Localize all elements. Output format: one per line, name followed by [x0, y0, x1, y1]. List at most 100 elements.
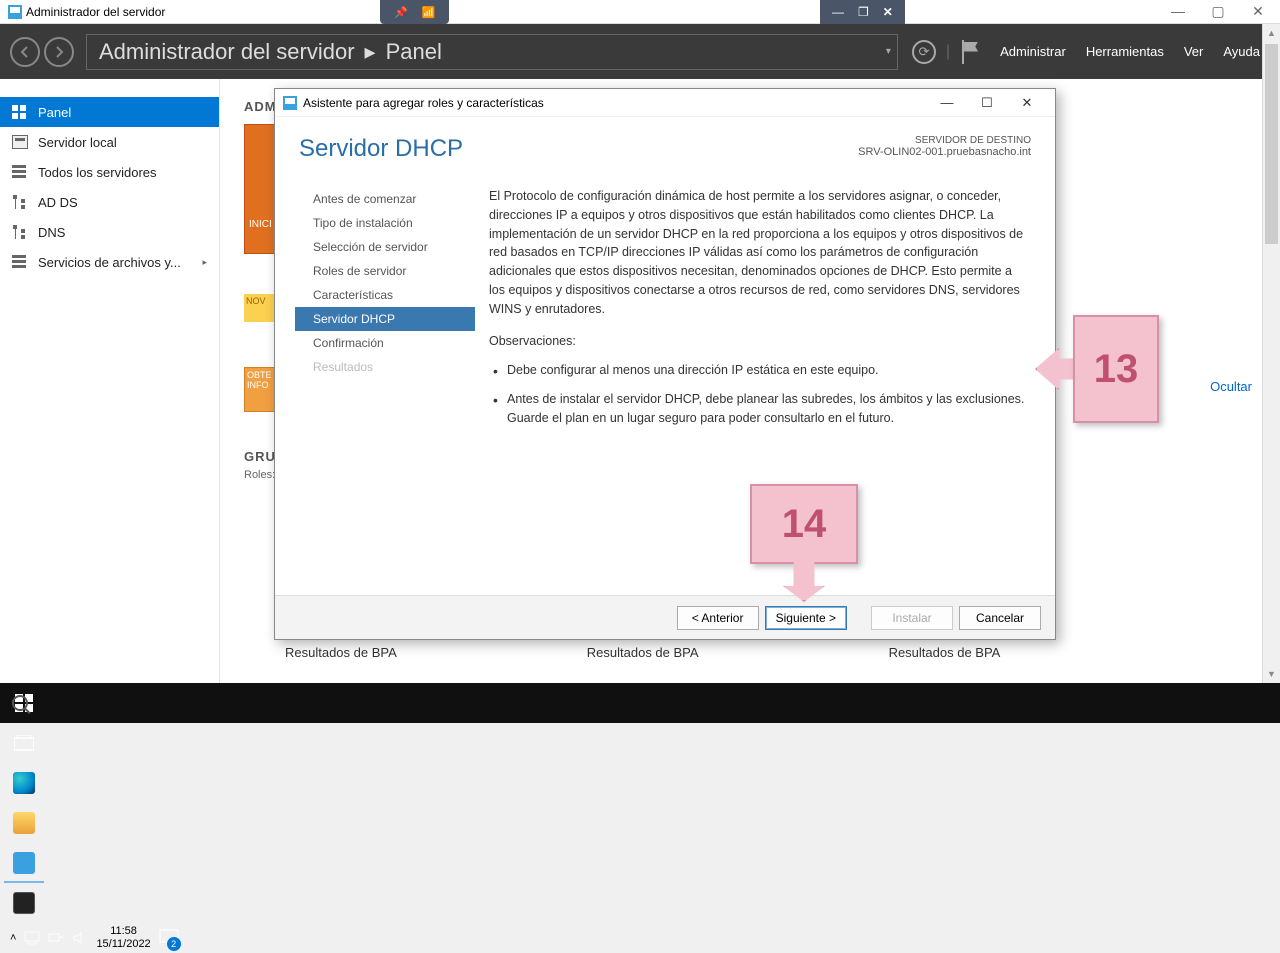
nav-back-button[interactable] — [10, 37, 40, 67]
wizard-minimize-button[interactable]: — — [927, 95, 967, 110]
sidebar-item-label: Panel — [38, 105, 71, 120]
wizard-maximize-button[interactable]: ☐ — [967, 95, 1007, 111]
app-header: Administrador del servidor ▸ Panel ▾ ⟳ |… — [0, 24, 1280, 79]
network-icon[interactable] — [48, 931, 64, 945]
sidebar-item-label: Servicios de archivos y... — [38, 255, 181, 270]
observation-item: Debe configurar al menos una dirección I… — [493, 361, 1029, 380]
taskbar-app-terminal[interactable] — [0, 883, 48, 923]
scroll-up-icon[interactable]: ▲ — [1263, 24, 1280, 42]
sidebar-item-file-services[interactable]: Servicios de archivos y... ▸ — [0, 247, 219, 277]
notification-badge: 2 — [167, 937, 181, 951]
server-icon — [12, 135, 28, 149]
display-icon[interactable] — [24, 931, 40, 945]
sidebar-item-all-servers[interactable]: Todos los servidores — [0, 157, 219, 187]
wizard-title: Asistente para agregar roles y caracterí… — [303, 96, 927, 110]
sidebar-item-label: Servidor local — [38, 135, 117, 150]
menu-ayuda[interactable]: Ayuda — [1223, 44, 1260, 59]
menu-administrar[interactable]: Administrar — [1000, 44, 1066, 59]
outer-close-button[interactable]: ✕ — [1244, 3, 1272, 20]
vm-close-button[interactable]: ✕ — [879, 5, 897, 19]
action-center-button[interactable]: 2 — [159, 923, 187, 953]
wizard-step-server-roles[interactable]: Roles de servidor — [299, 259, 475, 283]
wizard-close-button[interactable]: ✕ — [1007, 95, 1047, 111]
scroll-thumb[interactable] — [1265, 44, 1278, 244]
vm-restore-button[interactable]: ❐ — [854, 5, 873, 19]
server-manager-icon — [8, 5, 22, 19]
taskbar-app-server-manager[interactable] — [0, 843, 48, 883]
observation-item: Antes de instalar el servidor DHCP, debe… — [493, 390, 1029, 428]
menu-ver[interactable]: Ver — [1184, 44, 1204, 59]
hide-link[interactable]: Ocultar — [1210, 379, 1252, 394]
groups-heading: GRU — [244, 449, 276, 464]
breadcrumb-page: Panel — [386, 39, 442, 65]
taskbar-app-edge[interactable] — [0, 763, 48, 803]
breadcrumb[interactable]: Administrador del servidor ▸ Panel ▾ — [86, 34, 898, 70]
wizard-destination: SERVIDOR DE DESTINO SRV-OLIN02-001.prueb… — [858, 135, 1031, 158]
nav-forward-button[interactable] — [44, 37, 74, 67]
wizard-titlebar[interactable]: Asistente para agregar roles y caracterí… — [275, 89, 1055, 117]
notifications-flag-icon[interactable] — [962, 40, 982, 64]
wizard-nav: Antes de comenzar Tipo de instalación Se… — [275, 171, 475, 595]
taskbar-app-explorer[interactable] — [0, 803, 48, 843]
breadcrumb-app: Administrador del servidor — [99, 39, 355, 65]
task-view-button[interactable] — [0, 723, 48, 763]
wizard-header: Servidor DHCP SERVIDOR DE DESTINO SRV-OL… — [275, 117, 1055, 171]
taskbar-clock[interactable]: 11:58 15/11/2022 — [96, 925, 150, 951]
wizard-footer: < Anterior Siguiente > Instalar Cancelar — [275, 595, 1055, 639]
callout-13: 13 — [1073, 315, 1159, 423]
cancel-button[interactable]: Cancelar — [959, 606, 1041, 630]
chevron-right-icon: ▸ — [202, 257, 207, 268]
adds-icon — [12, 195, 28, 209]
callout-14: 14 — [750, 484, 858, 564]
vm-toolbar: 📌 📶 — [380, 0, 449, 24]
wizard-step-server-selection[interactable]: Selección de servidor — [299, 235, 475, 259]
sidebar-item-adds[interactable]: AD DS — [0, 187, 219, 217]
dns-icon — [12, 225, 28, 239]
breadcrumb-separator-icon: ▸ — [365, 39, 376, 65]
header-separator: | — [946, 43, 950, 61]
sidebar-item-dns[interactable]: DNS — [0, 217, 219, 247]
outer-minimize-button[interactable]: — — [1164, 3, 1192, 20]
next-button[interactable]: Siguiente > — [765, 606, 847, 630]
pin-icon[interactable]: 📌 — [390, 4, 412, 21]
dashboard-icon — [12, 105, 28, 119]
dest-label: SERVIDOR DE DESTINO — [858, 135, 1031, 146]
wizard-step-dhcp[interactable]: Servidor DHCP — [295, 307, 475, 331]
wizard-description: El Protocolo de configuración dinámica d… — [489, 187, 1029, 318]
sidebar-item-label: AD DS — [38, 195, 78, 210]
clock-time: 11:58 — [96, 925, 150, 938]
chevron-down-icon[interactable]: ▾ — [886, 46, 891, 57]
refresh-button[interactable]: ⟳ — [912, 40, 936, 64]
dest-value: SRV-OLIN02-001.pruebasnacho.int — [858, 146, 1031, 158]
install-button: Instalar — [871, 606, 953, 630]
observations-list: Debe configurar al menos una dirección I… — [489, 361, 1029, 427]
sidebar-item-local-server[interactable]: Servidor local — [0, 127, 219, 157]
previous-button[interactable]: < Anterior — [677, 606, 759, 630]
vertical-scrollbar[interactable]: ▲ ▼ — [1262, 24, 1280, 683]
sidebar: Panel Servidor local Todos los servidore… — [0, 79, 220, 683]
add-roles-wizard: Asistente para agregar roles y caracterí… — [274, 88, 1056, 640]
sidebar-item-panel[interactable]: Panel — [0, 97, 219, 127]
roles-label: Roles: — [244, 469, 275, 481]
menu-herramientas[interactable]: Herramientas — [1086, 44, 1164, 59]
taskbar — [0, 683, 1280, 723]
wizard-body: Antes de comenzar Tipo de instalación Se… — [275, 171, 1055, 595]
wizard-step-features[interactable]: Características — [299, 283, 475, 307]
outer-maximize-button[interactable]: ▢ — [1204, 3, 1232, 20]
outer-window-controls: — ▢ ✕ — [1164, 3, 1272, 20]
signal-icon: 📶 — [418, 4, 440, 21]
wizard-step-results: Resultados — [299, 355, 475, 379]
volume-icon[interactable] — [72, 931, 88, 945]
scroll-down-icon[interactable]: ▼ — [1263, 665, 1280, 683]
servers-icon — [12, 165, 28, 179]
tray-up-icon[interactable]: ˄ — [10, 932, 16, 944]
vm-minimize-button[interactable]: — — [828, 5, 848, 19]
clock-date: 15/11/2022 — [96, 938, 150, 951]
wizard-step-install-type[interactable]: Tipo de instalación — [299, 211, 475, 235]
wizard-heading: Servidor DHCP — [299, 135, 858, 163]
wizard-step-confirmation[interactable]: Confirmación — [299, 331, 475, 355]
observations-label: Observaciones: — [489, 332, 1029, 351]
outer-window-titlebar: Administrador del servidor — ▢ ✕ — [0, 0, 1280, 24]
wizard-step-before-begin[interactable]: Antes de comenzar — [299, 187, 475, 211]
vm-window-controls: — ❐ ✕ — [820, 0, 905, 24]
